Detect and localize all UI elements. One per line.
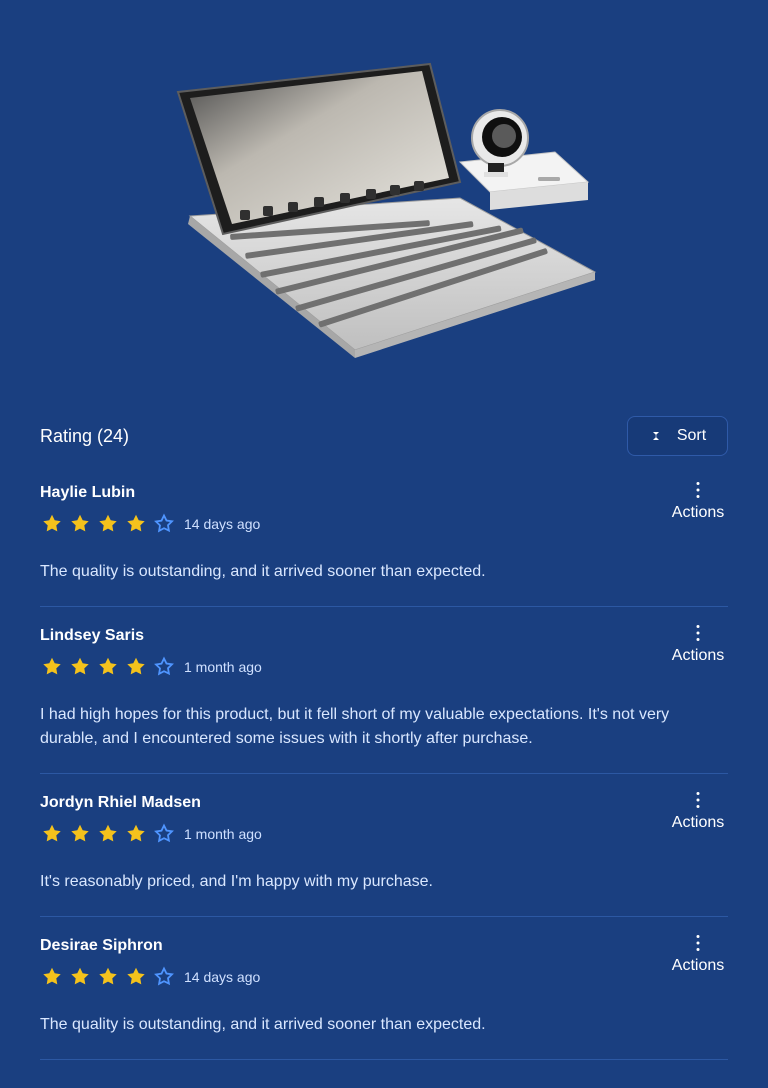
star-empty-icon <box>152 965 176 989</box>
star-filled-icon <box>96 512 120 536</box>
reviewer-name: Haylie Lubin <box>40 484 136 501</box>
star-filled-icon <box>124 822 148 846</box>
rating-header: Rating (24) Sort <box>40 416 728 456</box>
review-meta: 1 month ago <box>40 653 728 681</box>
star-filled-icon <box>68 512 92 536</box>
review-list: Haylie Lubin 14 days ago The quality is … <box>40 464 728 1060</box>
more-vertical-icon <box>688 933 708 953</box>
rating-stars <box>40 512 176 536</box>
star-filled-icon <box>68 655 92 679</box>
review-actions-button[interactable]: Actions <box>668 623 728 665</box>
star-filled-icon <box>124 965 148 989</box>
star-filled-icon <box>96 965 120 989</box>
review-meta: 14 days ago <box>40 963 728 991</box>
star-filled-icon <box>40 655 64 679</box>
star-filled-icon <box>40 512 64 536</box>
star-filled-icon <box>40 965 64 989</box>
review-actions-button[interactable]: Actions <box>668 790 728 832</box>
review-item: Haylie Lubin 14 days ago The quality is … <box>40 464 728 607</box>
actions-label: Actions <box>671 957 725 974</box>
review-date: 14 days ago <box>184 969 261 985</box>
review-meta: 1 month ago <box>40 820 728 848</box>
reviewer-name: Desirae Siphron <box>40 937 163 954</box>
review-item: Jordyn Rhiel Madsen 1 month ago It's rea… <box>40 774 728 917</box>
review-actions-button[interactable]: Actions <box>668 480 728 522</box>
review-text: The quality is outstanding, and it arriv… <box>40 1016 486 1033</box>
product-image <box>160 40 610 370</box>
star-filled-icon <box>40 822 64 846</box>
sort-label: Sort <box>676 427 707 444</box>
more-vertical-icon <box>688 480 708 500</box>
sort-button[interactable]: Sort <box>627 416 728 456</box>
rating-stars <box>40 965 176 989</box>
star-empty-icon <box>152 822 176 846</box>
review-text: The quality is outstanding, and it arriv… <box>40 563 486 580</box>
review-actions-button[interactable]: Actions <box>668 933 728 975</box>
star-empty-icon <box>152 655 176 679</box>
rating-title: Rating (24) <box>40 425 130 446</box>
rating-stars <box>40 822 176 846</box>
star-filled-icon <box>124 512 148 536</box>
review-text: I had high hopes for this product, but i… <box>40 706 670 747</box>
reviewer-name: Jordyn Rhiel Madsen <box>40 794 201 811</box>
star-empty-icon <box>152 512 176 536</box>
actions-label: Actions <box>671 504 725 521</box>
star-filled-icon <box>96 822 120 846</box>
more-vertical-icon <box>688 623 708 643</box>
actions-label: Actions <box>671 647 725 664</box>
review-meta: 14 days ago <box>40 510 728 538</box>
reviewer-name: Lindsey Saris <box>40 627 145 644</box>
star-filled-icon <box>68 822 92 846</box>
review-date: 14 days ago <box>184 516 261 532</box>
sort-icon <box>649 429 663 443</box>
review-item: Lindsey Saris 1 month ago I had high hop… <box>40 607 728 774</box>
more-vertical-icon <box>688 790 708 810</box>
star-filled-icon <box>68 965 92 989</box>
review-text: It's reasonably priced, and I'm happy wi… <box>40 873 433 890</box>
star-filled-icon <box>124 655 148 679</box>
review-date: 1 month ago <box>184 826 262 842</box>
actions-label: Actions <box>671 814 725 831</box>
review-date: 1 month ago <box>184 659 262 675</box>
rating-stars <box>40 655 176 679</box>
review-item: Desirae Siphron 14 days ago The quality … <box>40 917 728 1060</box>
star-filled-icon <box>96 655 120 679</box>
